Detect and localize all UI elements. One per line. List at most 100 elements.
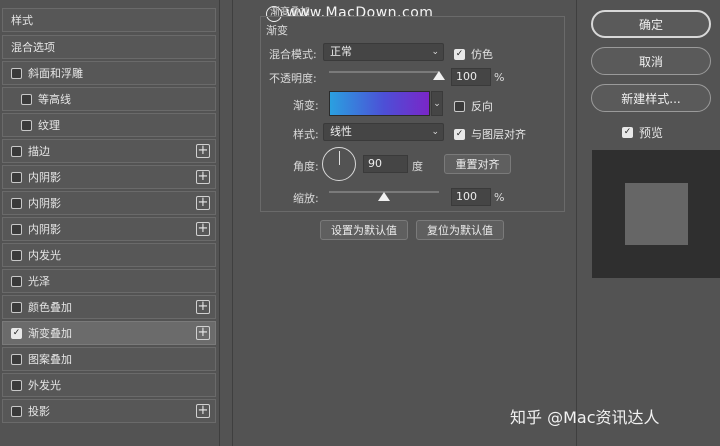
style-item[interactable]: 外发光 — [2, 373, 216, 397]
blend-mode-select[interactable]: 正常 ⌄ — [323, 43, 444, 61]
style-item-label: 外发光 — [28, 379, 61, 392]
new-style-label: 新建样式... — [621, 91, 681, 106]
checkbox-empty-icon — [454, 100, 465, 112]
style-item-label: 描边 — [28, 145, 50, 158]
style-item-label: 图案叠加 — [28, 353, 72, 366]
opacity-label: 不透明度: — [269, 72, 317, 85]
style-select[interactable]: 线性 ⌄ — [323, 123, 444, 141]
preview-checkbox[interactable]: ✓ 预览 — [622, 124, 663, 141]
style-item-label: 投影 — [28, 405, 50, 418]
style-item-label: 内阴影 — [28, 197, 61, 210]
checkbox-empty-icon[interactable] — [11, 275, 22, 287]
checkbox-empty-icon[interactable] — [11, 301, 22, 313]
checkbox-empty-icon[interactable] — [21, 93, 32, 105]
checkbox-empty-icon[interactable] — [21, 119, 32, 131]
set-as-default-button[interactable]: 设置为默认值 — [320, 220, 408, 240]
checkbox-empty-icon[interactable] — [11, 379, 22, 391]
checkmark-icon: ✓ — [454, 48, 465, 60]
cancel-button[interactable]: 取消 — [591, 47, 711, 75]
set-as-default-label: 设置为默认值 — [331, 224, 397, 237]
reset-align-label: 重置对齐 — [455, 158, 500, 171]
style-item-label: 渐变叠加 — [28, 327, 72, 340]
blend-options-label: 混合选项 — [11, 41, 55, 54]
dither-checkbox[interactable]: ✓ 仿色 — [454, 46, 493, 62]
style-item[interactable]: 内发光 — [2, 243, 216, 267]
opacity-slider-track[interactable] — [329, 71, 439, 73]
styles-list-panel: 样式 混合选项 斜面和浮雕 等高线 纹理 描边 + 内阴影 + 内阴影 + 内阴影 + 内发光 光泽 颜色… — [0, 0, 220, 446]
plus-icon[interactable]: + — [196, 144, 210, 158]
blend-mode-label: 混合模式: — [269, 48, 317, 61]
angle-needle — [339, 151, 340, 165]
ok-button[interactable]: 确定 — [591, 10, 711, 38]
group-title: 渐变 — [266, 24, 288, 37]
style-item[interactable]: 投影 + — [2, 399, 216, 423]
reverse-label: 反向 — [471, 100, 493, 113]
scale-slider-thumb[interactable] — [378, 192, 390, 201]
align-with-layer-label: 与图层对齐 — [471, 128, 526, 141]
angle-unit: 度 — [412, 160, 423, 173]
scale-input[interactable]: 100 — [451, 188, 491, 206]
blend-options-item[interactable]: 混合选项 — [2, 35, 216, 59]
styles-header[interactable]: 样式 — [2, 8, 216, 32]
style-item[interactable]: 描边 + — [2, 139, 216, 163]
plus-icon[interactable]: + — [196, 300, 210, 314]
checkmark-icon: ✓ — [454, 128, 465, 140]
watermark-bottom: 知乎 @Mac资讯达人 — [510, 408, 660, 427]
checkbox-empty-icon[interactable] — [11, 405, 22, 417]
scale-label: 缩放: — [293, 192, 319, 205]
opacity-slider-thumb[interactable] — [433, 71, 445, 80]
gradient-swatch[interactable] — [329, 91, 430, 116]
style-item-label: 颜色叠加 — [28, 301, 72, 314]
blend-mode-value: 正常 — [330, 45, 352, 58]
checkbox-empty-icon[interactable] — [11, 249, 22, 261]
style-item[interactable]: 光泽 — [2, 269, 216, 293]
style-item[interactable]: 内阴影 + — [2, 165, 216, 189]
checkbox-empty-icon[interactable] — [11, 145, 22, 157]
preview-label: 预览 — [639, 126, 664, 140]
style-item[interactable]: 图案叠加 — [2, 347, 216, 371]
style-label: 样式: — [293, 128, 319, 141]
style-item-label: 光泽 — [28, 275, 50, 288]
checkbox-empty-icon[interactable] — [11, 353, 22, 365]
style-item-label: 等高线 — [38, 93, 71, 106]
new-style-button[interactable]: 新建样式... — [591, 84, 711, 112]
style-item-label: 纹理 — [38, 119, 60, 132]
ok-label: 确定 — [638, 17, 663, 32]
plus-icon[interactable]: + — [196, 222, 210, 236]
opacity-unit: % — [494, 71, 505, 84]
preview-square — [625, 183, 688, 245]
checkbox-empty-icon[interactable] — [11, 67, 22, 79]
dither-label: 仿色 — [471, 48, 493, 61]
reset-align-button[interactable]: 重置对齐 — [444, 154, 511, 174]
reset-to-default-button[interactable]: 复位为默认值 — [416, 220, 504, 240]
cancel-label: 取消 — [638, 54, 663, 69]
plus-icon[interactable]: + — [196, 170, 210, 184]
angle-input[interactable]: 90 — [363, 155, 408, 173]
chevron-down-icon: ⌄ — [431, 47, 439, 57]
checkmark-icon: ✓ — [622, 127, 633, 138]
opacity-input[interactable]: 100 — [451, 68, 491, 86]
align-with-layer-checkbox[interactable]: ✓ 与图层对齐 — [454, 126, 526, 142]
checkbox-empty-icon[interactable] — [11, 197, 22, 209]
style-item[interactable]: 内阴影 + — [2, 191, 216, 215]
style-item-label: 内阴影 — [28, 171, 61, 184]
gradient-dropdown-chevron-icon[interactable]: ⌄ — [431, 91, 443, 116]
styles-header-label: 样式 — [11, 14, 33, 27]
style-item[interactable]: 斜面和浮雕 — [2, 61, 216, 85]
style-item[interactable]: 颜色叠加 + — [2, 295, 216, 319]
style-item[interactable]: 内阴影 + — [2, 217, 216, 241]
checkbox-empty-icon[interactable] — [11, 223, 22, 235]
plus-icon[interactable]: + — [196, 404, 210, 418]
checkbox-empty-icon[interactable] — [11, 171, 22, 183]
style-item[interactable]: 纹理 — [2, 113, 216, 137]
checkmark-icon[interactable]: ✓ — [11, 327, 22, 339]
style-value: 线性 — [330, 125, 352, 138]
style-item[interactable]: ✓ 渐变叠加 + — [2, 321, 216, 345]
plus-icon[interactable]: + — [196, 196, 210, 210]
plus-icon[interactable]: + — [196, 326, 210, 340]
angle-dial[interactable] — [322, 147, 356, 181]
preview-thumbnail — [592, 150, 720, 278]
angle-label: 角度: — [293, 160, 319, 173]
reverse-checkbox[interactable]: 反向 — [454, 98, 493, 114]
style-item[interactable]: 等高线 — [2, 87, 216, 111]
